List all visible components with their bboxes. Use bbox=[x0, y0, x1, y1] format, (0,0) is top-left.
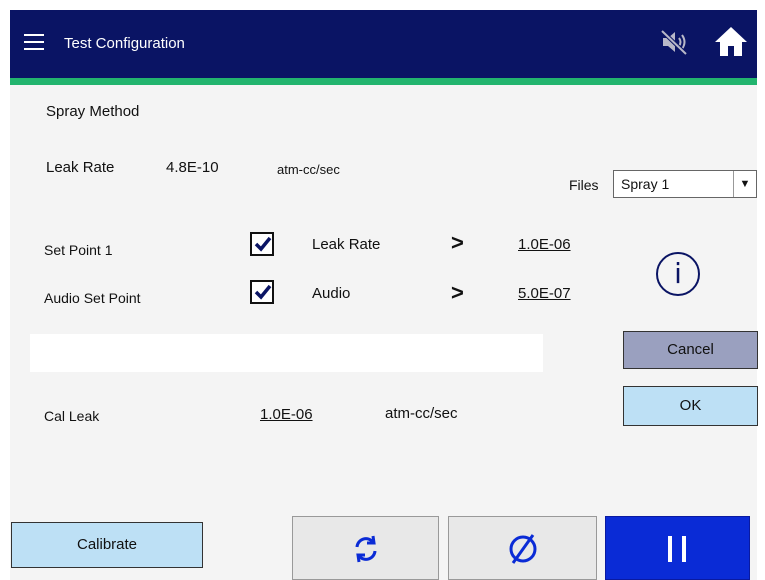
leak-rate-unit: atm-cc/sec bbox=[277, 162, 340, 177]
accent-line bbox=[10, 78, 757, 85]
chevron-down-icon[interactable]: ▼ bbox=[733, 171, 756, 197]
files-label: Files bbox=[569, 177, 599, 193]
pause-icon bbox=[668, 536, 686, 562]
status-message-area bbox=[30, 334, 543, 372]
app-window: Test Configuration Spray Method Leak Rat… bbox=[0, 0, 765, 580]
cal-leak-value-link[interactable]: 1.0E-06 bbox=[260, 406, 313, 423]
leak-rate-label: Leak Rate bbox=[46, 159, 115, 176]
cancel-button[interactable]: Cancel bbox=[623, 331, 758, 369]
refresh-icon bbox=[355, 535, 377, 563]
audio-setpoint-value-link[interactable]: 5.0E-07 bbox=[518, 285, 571, 302]
comparator: > bbox=[451, 230, 464, 255]
leak-rate-value: 4.8E-10 bbox=[166, 159, 219, 176]
setpoint-type: Leak Rate bbox=[312, 236, 381, 253]
cal-leak-label: Cal Leak bbox=[44, 408, 100, 424]
stop-button[interactable] bbox=[448, 516, 597, 580]
ok-button[interactable]: OK bbox=[623, 386, 758, 426]
hamburger-menu-icon[interactable] bbox=[24, 34, 44, 50]
pause-button[interactable] bbox=[605, 516, 750, 580]
page-title: Test Configuration bbox=[64, 35, 185, 52]
files-selected-value: Spray 1 bbox=[621, 176, 670, 192]
setpoint-name: Set Point 1 bbox=[44, 242, 113, 258]
setpoint-1-checkbox[interactable] bbox=[250, 232, 274, 256]
setpoint-name: Audio Set Point bbox=[44, 290, 141, 306]
stop-icon bbox=[509, 534, 537, 564]
calibrate-button[interactable]: Calibrate bbox=[11, 522, 203, 568]
mode-label: Spray Method bbox=[46, 103, 140, 120]
setpoint-1-value-link[interactable]: 1.0E-06 bbox=[518, 236, 571, 253]
cal-leak-unit: atm-cc/sec bbox=[385, 405, 458, 422]
home-icon[interactable] bbox=[714, 25, 748, 57]
comparator: > bbox=[451, 280, 464, 305]
refresh-button[interactable] bbox=[292, 516, 439, 580]
info-icon[interactable]: i bbox=[656, 252, 700, 296]
checkmark-icon bbox=[254, 236, 272, 252]
files-dropdown[interactable]: Spray 1 ▼ bbox=[613, 170, 757, 198]
audio-setpoint-checkbox[interactable] bbox=[250, 280, 274, 304]
speaker-muted-icon[interactable] bbox=[659, 27, 689, 57]
setpoint-type: Audio bbox=[312, 285, 351, 302]
checkmark-icon bbox=[254, 284, 272, 300]
